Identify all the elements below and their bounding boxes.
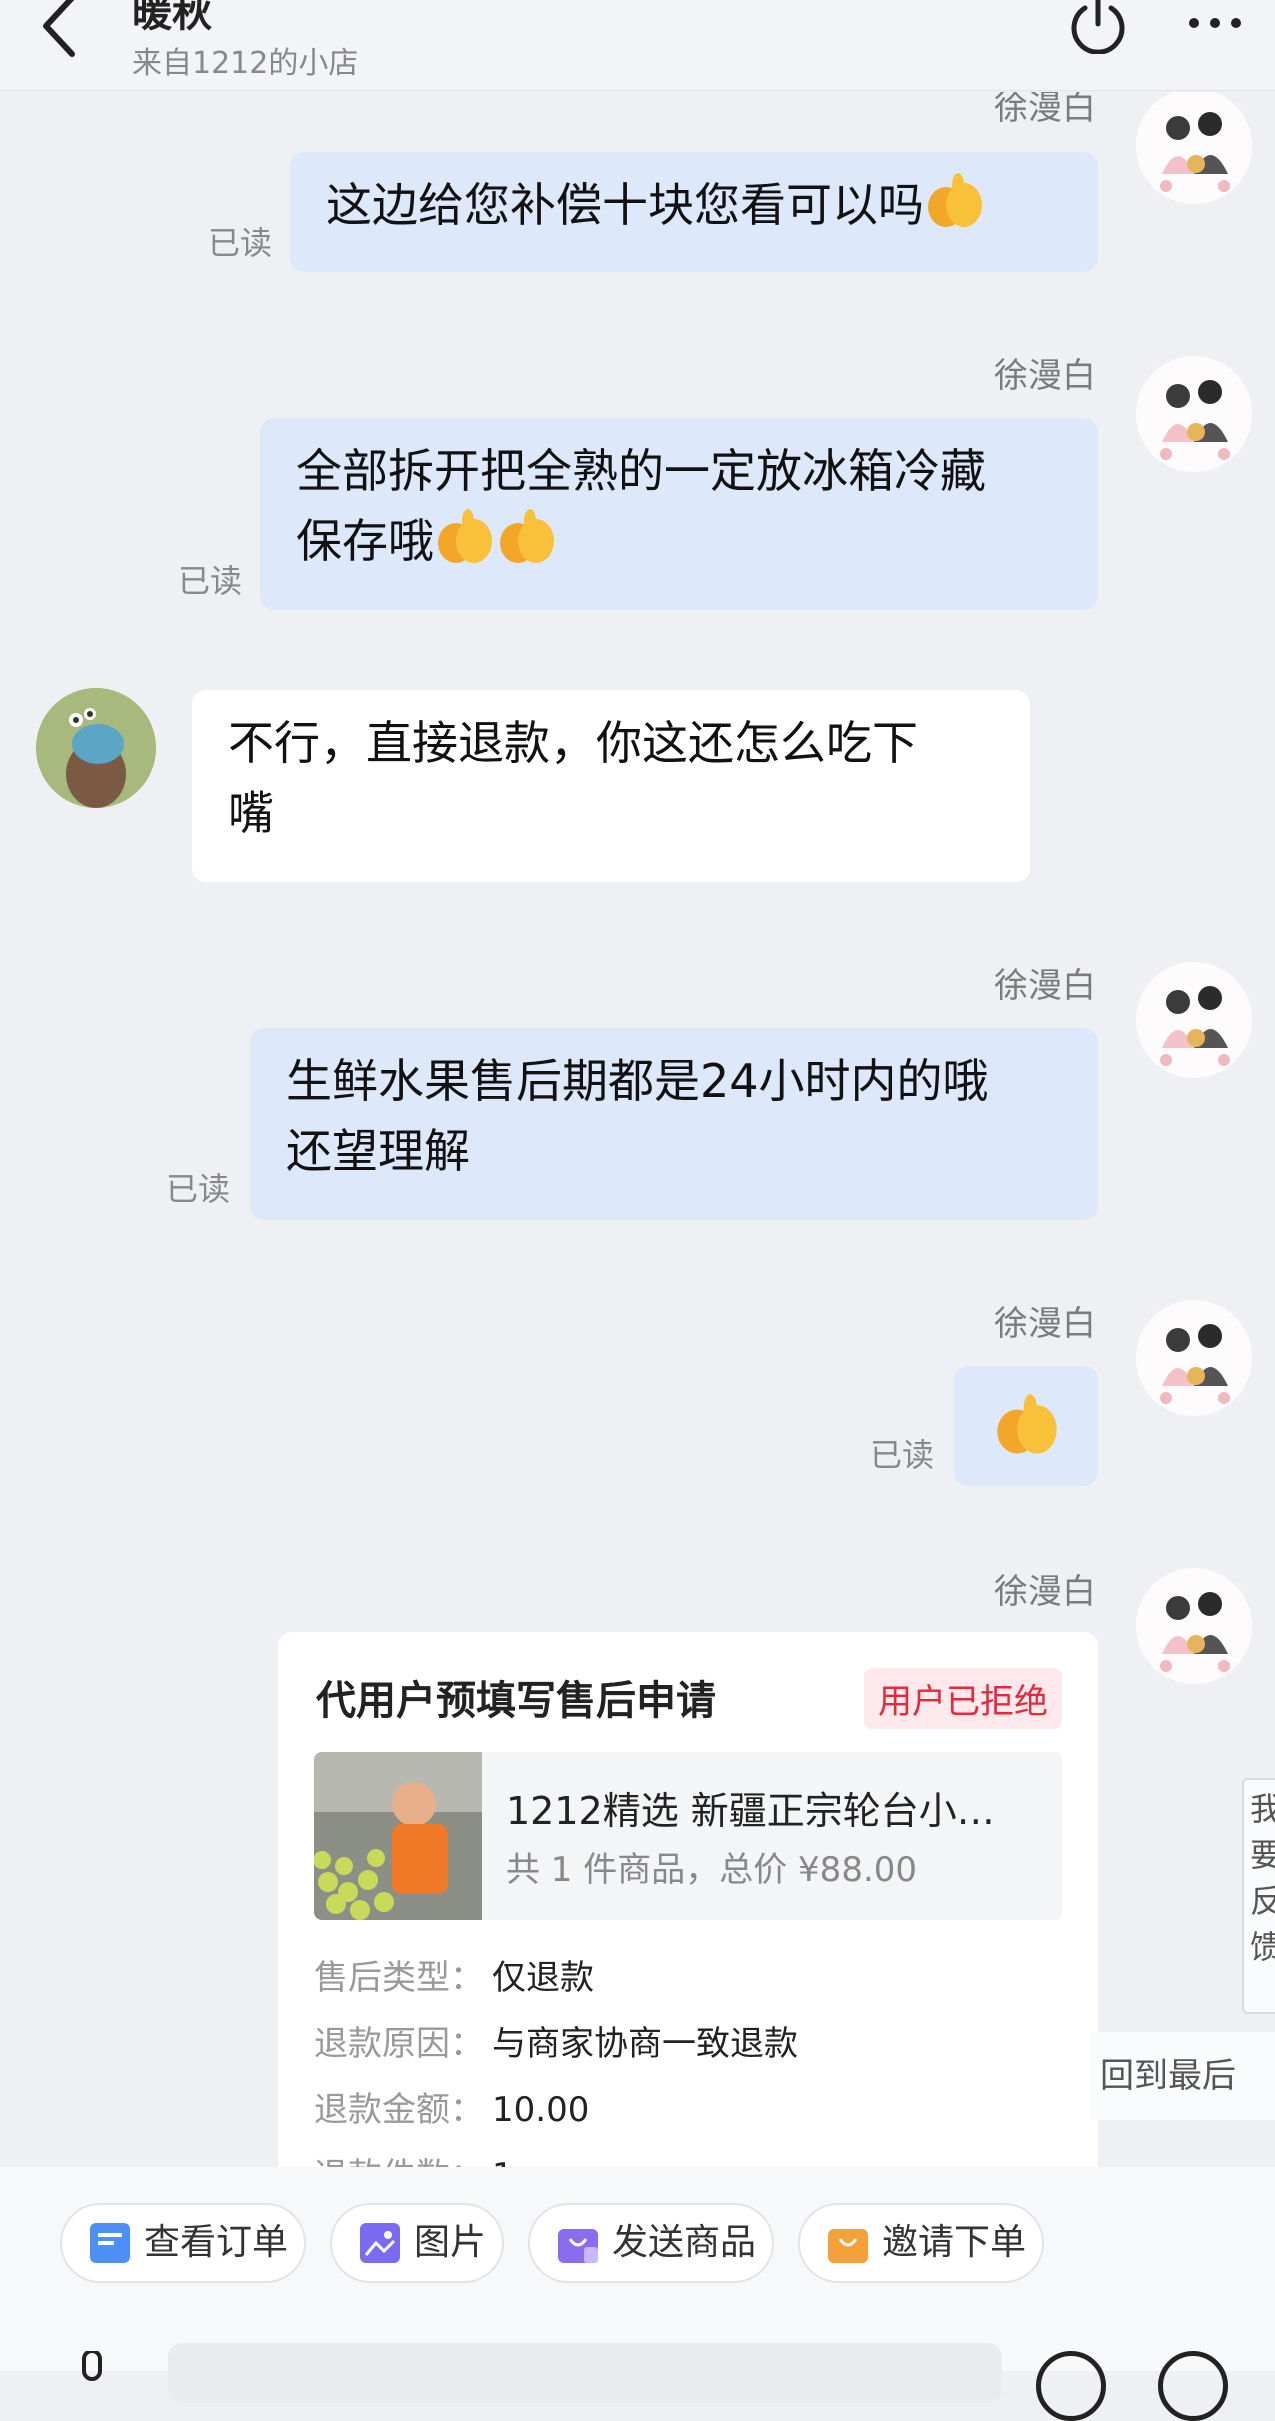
read-status: 已读: [166, 1170, 231, 1208]
after-sale-card[interactable]: 代用户预填写售后申请 用户已拒绝 1212精选 新疆正宗轮台小… 共 1 件商品…: [278, 1632, 1098, 2167]
more-icon[interactable]: [1187, 16, 1243, 30]
contact-name: 暖秋: [132, 0, 212, 36]
sender-name: 徐漫白: [994, 1572, 1096, 1612]
sender-name: 徐漫白: [994, 92, 1096, 128]
detail-row: 售后类型： 仅退款: [314, 1958, 594, 1998]
message-bubble[interactable]: 全部拆开把全熟的一定放冰箱冷藏 保存哦: [260, 418, 1098, 610]
message-bubble[interactable]: 生鲜水果售后期都是24小时内的哦 还望理解: [250, 1028, 1098, 1220]
chat-area[interactable]: 徐漫白 这边给您补偿十块您看可以吗 已读 徐漫白 全部拆开把全熟的一定放冰箱冷藏…: [0, 92, 1275, 2167]
feedback-tab[interactable]: 我要反馈: [1242, 1778, 1275, 2014]
contact-source: 来自1212的小店: [132, 46, 359, 81]
status-badge: 用户已拒绝: [864, 1668, 1062, 1729]
pray-emoji-icon: [928, 173, 982, 227]
merchant-avatar[interactable]: [1136, 92, 1252, 204]
image-icon: [360, 2223, 400, 2263]
product-image: [314, 1752, 482, 1920]
bottom-toolbar: 查看订单 图片 发送商品 邀请下单: [0, 2167, 1275, 2421]
product-item[interactable]: 1212精选 新疆正宗轮台小… 共 1 件商品，总价 ¥88.00: [314, 1752, 1062, 1920]
product-name: 1212精选 新疆正宗轮台小…: [506, 1789, 995, 1833]
read-status: 已读: [178, 562, 243, 600]
bag-icon: [558, 2229, 598, 2263]
detail-row: 退款原因： 与商家协商一致退款: [314, 2024, 798, 2064]
sender-name: 徐漫白: [994, 966, 1096, 1006]
merchant-avatar[interactable]: [1136, 962, 1252, 1078]
sender-name: 徐漫白: [994, 356, 1096, 396]
chat-header: 暖秋 来自1212的小店: [0, 0, 1275, 91]
pray-emoji-icon: [997, 1394, 1057, 1454]
read-status: 已读: [870, 1436, 935, 1474]
message-input[interactable]: [168, 2343, 1002, 2403]
message-bubble[interactable]: 不行，直接退款，你这还怎么吃下 嘴: [192, 690, 1030, 882]
plus-button-icon[interactable]: [1158, 2351, 1228, 2421]
detail-row: 退款金额： 10.00: [314, 2090, 590, 2130]
merchant-avatar[interactable]: [1136, 1300, 1252, 1416]
detail-row: 退款件数：1: [314, 2148, 514, 2167]
emoji-button-icon[interactable]: [1036, 2351, 1106, 2421]
pray-emoji-icon: [500, 509, 554, 563]
read-status: 已读: [208, 224, 273, 262]
sender-name: 徐漫白: [994, 1304, 1096, 1344]
image-button[interactable]: 图片: [330, 2203, 504, 2283]
message-bubble[interactable]: 这边给您补偿十块您看可以吗: [290, 152, 1098, 272]
merchant-avatar[interactable]: [1136, 1568, 1252, 1684]
invite-bag-icon: [828, 2229, 868, 2263]
goto-last-button[interactable]: 回到最后: [1090, 2032, 1275, 2120]
back-icon[interactable]: [40, 0, 80, 62]
order-icon: [90, 2223, 130, 2263]
invite-order-button[interactable]: 邀请下单: [798, 2203, 1044, 2283]
send-product-button[interactable]: 发送商品: [528, 2203, 774, 2283]
product-summary: 共 1 件商品，总价 ¥88.00: [506, 1850, 918, 1890]
pray-emoji-icon: [438, 509, 492, 563]
voice-icon[interactable]: [70, 2351, 114, 2391]
card-title: 代用户预填写售后申请: [316, 1678, 716, 1724]
view-order-button[interactable]: 查看订单: [60, 2203, 306, 2283]
power-icon[interactable]: [1068, 0, 1128, 54]
emoji-message-bubble[interactable]: [954, 1366, 1098, 1486]
customer-avatar[interactable]: [36, 688, 156, 808]
merchant-avatar[interactable]: [1136, 356, 1252, 472]
